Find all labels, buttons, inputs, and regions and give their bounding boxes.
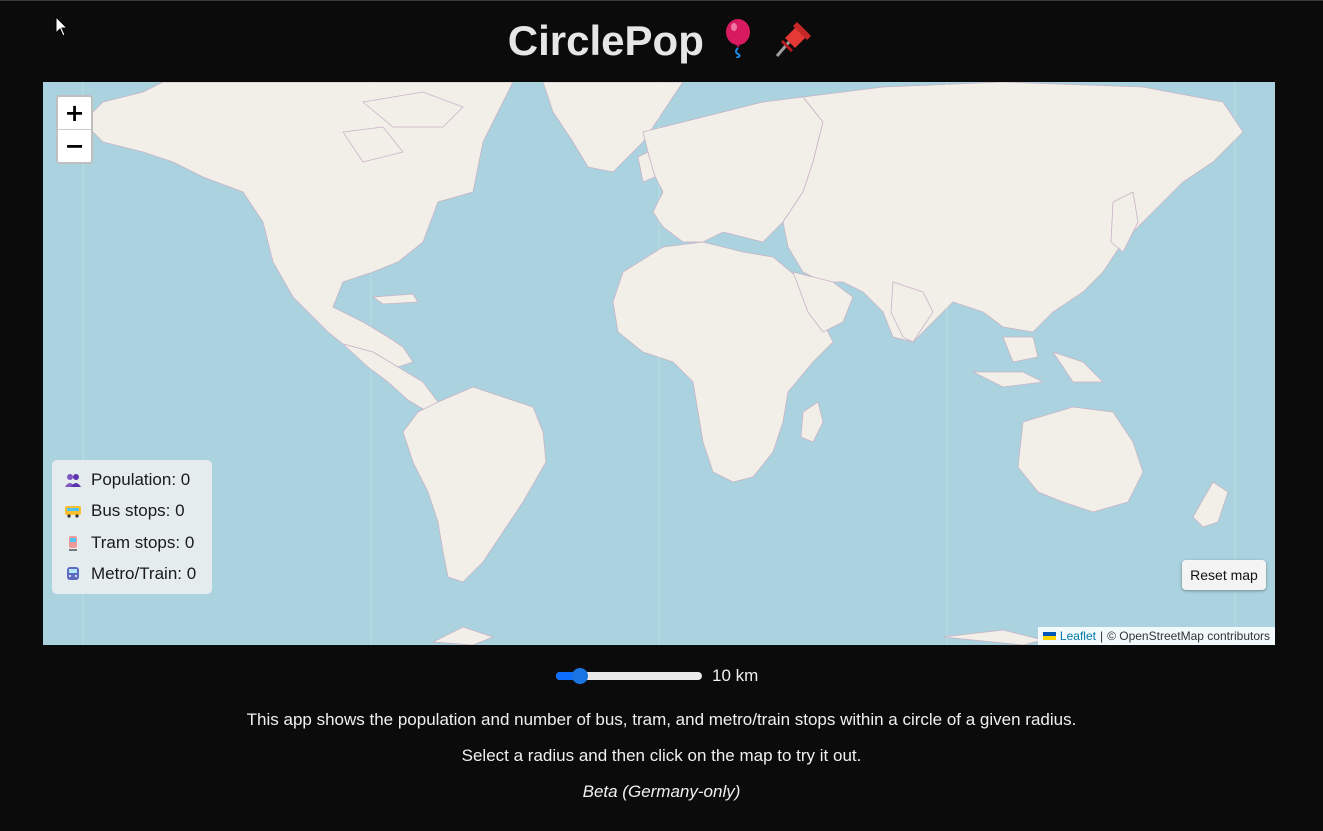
leaflet-link[interactable]: Leaflet bbox=[1060, 627, 1096, 645]
zoom-control: + − bbox=[56, 95, 93, 164]
ukraine-flag-icon bbox=[1042, 632, 1056, 640]
stat-population: Population: 0 bbox=[52, 464, 212, 496]
metro-train-label: Metro/Train: 0 bbox=[91, 564, 197, 584]
stat-bus-stops: Bus stops: 0 bbox=[52, 496, 212, 528]
app-title: CirclePop bbox=[507, 17, 704, 64]
radius-control: 10 km bbox=[556, 664, 758, 688]
bus-icon bbox=[65, 506, 81, 518]
stat-tram-stops: Tram stops: 0 bbox=[52, 527, 212, 559]
pushpin-icon bbox=[771, 17, 815, 71]
stat-metro-train: Metro/Train: 0 bbox=[52, 559, 212, 591]
bus-stops-label: Bus stops: 0 bbox=[91, 501, 185, 521]
stats-panel: Population: 0 Bus stops: 0 Tram stops: 0 bbox=[52, 460, 212, 594]
instructions-text: Select a radius and then click on the ma… bbox=[461, 746, 862, 765]
reset-map-button[interactable]: Reset map bbox=[1182, 560, 1266, 590]
map-attribution: Leaflet | © OpenStreetMap contributors bbox=[1037, 627, 1275, 645]
zoom-out-button[interactable]: − bbox=[58, 129, 91, 162]
population-label: Population: 0 bbox=[91, 469, 191, 489]
radius-value: 10 km bbox=[712, 666, 759, 685]
tram-stops-label: Tram stops: 0 bbox=[91, 532, 195, 552]
osm-credit: © OpenStreetMap contributors bbox=[1107, 629, 1270, 643]
attribution-separator: | bbox=[1099, 629, 1104, 643]
page-title: CirclePop bbox=[0, 14, 1323, 71]
beta-note: Beta (Germany-only) bbox=[582, 782, 741, 801]
balloon-icon bbox=[720, 17, 756, 71]
people-icon bbox=[65, 473, 81, 487]
metro-icon bbox=[67, 567, 79, 581]
description-text: This app shows the population and number… bbox=[246, 710, 1077, 729]
tram-icon bbox=[69, 535, 77, 551]
radius-slider[interactable] bbox=[556, 668, 702, 684]
zoom-in-button[interactable]: + bbox=[58, 97, 91, 129]
map-tiles[interactable] bbox=[43, 82, 1275, 645]
radius-slider-thumb[interactable] bbox=[571, 668, 588, 684]
window-top-border bbox=[0, 0, 1323, 1]
world-map[interactable]: + − Population: 0 Bus stops: 0 Tram stop… bbox=[43, 82, 1275, 645]
